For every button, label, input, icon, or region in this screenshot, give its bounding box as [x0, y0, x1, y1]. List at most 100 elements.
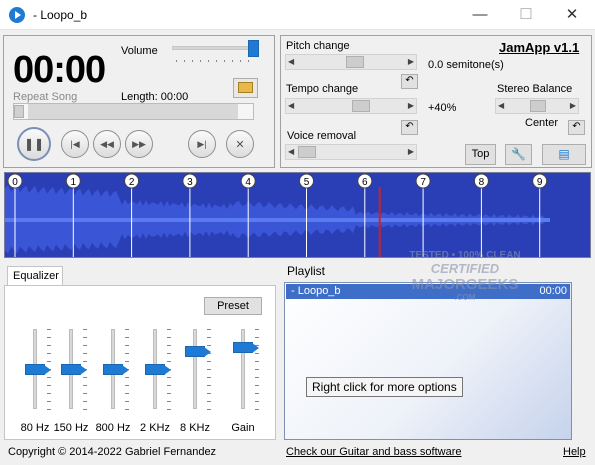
- tab-equalizer[interactable]: Equalizer: [7, 266, 63, 286]
- close-button[interactable]: ✕: [549, 0, 595, 30]
- eq-tick: [167, 337, 171, 338]
- playlist-tooltip: Right click for more options: [306, 377, 463, 397]
- stereo-slider[interactable]: ◀ ▶: [495, 98, 579, 114]
- eq-tick: [125, 345, 129, 346]
- eq-band-label: 80 Hz: [20, 422, 50, 434]
- time-display: 00:00: [13, 49, 106, 91]
- waveform-graph: 0 1 2 3 4 5 6 7 8 9: [5, 173, 550, 257]
- position-track: [28, 104, 238, 119]
- folder-icon: [238, 82, 253, 93]
- eq-band-label: 8 KHz: [180, 422, 210, 434]
- waveform-display[interactable]: 0 1 2 3 4 5 6 7 8 9: [4, 172, 591, 258]
- equalizer-panel: Preset 80 Hz 150 Hz 800 Hz 2 KHz 8 KHz Gain: [4, 285, 276, 440]
- fast-forward-button[interactable]: ▶▶: [125, 130, 153, 158]
- eq-tick: [83, 401, 87, 402]
- preset-button[interactable]: Preset: [204, 297, 262, 315]
- left-arrow-icon[interactable]: ◀: [288, 55, 294, 69]
- eq-tick: [47, 345, 51, 346]
- eq-slider-thumb[interactable]: [233, 341, 259, 353]
- guitar-software-link[interactable]: Check our Guitar and bass software: [286, 446, 461, 458]
- position-thumb[interactable]: [14, 105, 24, 118]
- eq-slider-thumb[interactable]: [61, 364, 87, 375]
- pause-button[interactable]: ❚❚: [17, 127, 51, 161]
- reset-tempo-button[interactable]: ↶: [401, 74, 418, 89]
- volume-thumb[interactable]: [248, 40, 259, 57]
- wrench-icon: 🔧: [511, 147, 526, 161]
- stop-button[interactable]: ✕: [226, 130, 254, 158]
- eq-slider-thumb[interactable]: [25, 364, 51, 375]
- marker-label: 3: [187, 177, 193, 188]
- stereo-label: Stereo Balance: [497, 83, 573, 95]
- waveform-center: [5, 218, 550, 222]
- eq-tick: [125, 337, 129, 338]
- top-button[interactable]: Top: [465, 144, 496, 165]
- pitch-slider[interactable]: ◀ ▶: [285, 54, 417, 70]
- right-arrow-icon[interactable]: ▶: [408, 99, 414, 113]
- eq-tick: [255, 385, 259, 386]
- rewind-button[interactable]: ◀◀: [93, 130, 121, 158]
- open-folder-button[interactable]: [233, 78, 258, 98]
- eq-tick: [167, 329, 171, 330]
- left-arrow-icon[interactable]: ◀: [288, 145, 294, 159]
- book-button[interactable]: ▤: [542, 144, 586, 165]
- eq-tick: [83, 337, 87, 338]
- eq-tick: [207, 385, 211, 386]
- eq-tick: [255, 353, 259, 354]
- maximize-button[interactable]: ☐: [503, 0, 549, 30]
- watermark-logo: TESTED • 100% CLEAN CERTIFIED MAJORGEEKS…: [395, 250, 535, 316]
- playlist-item-name: - Loopo_b: [291, 285, 341, 297]
- eq-tick: [125, 361, 129, 362]
- eq-tick: [255, 337, 259, 338]
- voice-removal-slider[interactable]: ◀ ▶: [285, 144, 417, 160]
- eq-tick: [167, 361, 171, 362]
- tempo-slider[interactable]: ◀ ▶: [285, 98, 417, 114]
- reset-voice-button[interactable]: ↶: [401, 120, 418, 135]
- watermark-line: TESTED • 100% CLEAN: [409, 250, 521, 261]
- length-label: Length: 00:00: [121, 91, 189, 103]
- eq-band-label: Gain: [231, 422, 255, 434]
- eq-tick: [125, 401, 129, 402]
- eq-tick: [255, 361, 259, 362]
- settings-button[interactable]: 🔧: [505, 144, 532, 165]
- eq-band-label: 2 KHz: [140, 422, 170, 434]
- stereo-value: Center: [525, 117, 559, 129]
- voice-removal-thumb[interactable]: [298, 146, 316, 158]
- next-button[interactable]: ▶|: [188, 130, 216, 158]
- eq-tick: [207, 329, 211, 330]
- eq-tick: [255, 401, 259, 402]
- marker-label: 0: [12, 177, 18, 188]
- eq-slider-thumb[interactable]: [103, 364, 129, 375]
- stereo-thumb[interactable]: [530, 100, 546, 112]
- repeat-song-label[interactable]: Repeat Song: [13, 91, 77, 103]
- eq-tick: [167, 377, 171, 378]
- eq-tick: [125, 409, 129, 410]
- eq-slider-track[interactable]: [193, 329, 197, 409]
- left-arrow-icon[interactable]: ◀: [498, 99, 504, 113]
- eq-tick: [167, 353, 171, 354]
- eq-tick: [207, 393, 211, 394]
- help-link[interactable]: Help: [563, 446, 586, 458]
- reset-stereo-button[interactable]: ↶: [568, 120, 585, 135]
- eq-tick: [255, 409, 259, 410]
- tempo-thumb[interactable]: [352, 100, 370, 112]
- eq-tick: [167, 393, 171, 394]
- player-panel: 00:00 Volume Repeat Song Length: 00:00 ❚…: [3, 35, 275, 168]
- reset-icon: ↶: [405, 75, 414, 86]
- volume-ticks: [176, 60, 256, 62]
- eq-tick: [207, 401, 211, 402]
- right-arrow-icon[interactable]: ▶: [408, 145, 414, 159]
- pitch-thumb[interactable]: [346, 56, 364, 68]
- volume-label: Volume: [121, 45, 158, 57]
- eq-slider-thumb[interactable]: [185, 346, 211, 358]
- app-name-link[interactable]: JamApp v1.1: [499, 40, 579, 55]
- left-arrow-icon[interactable]: ◀: [288, 99, 294, 113]
- right-arrow-icon[interactable]: ▶: [408, 55, 414, 69]
- minimize-button[interactable]: —: [457, 0, 503, 30]
- eq-tick: [255, 369, 259, 370]
- previous-button[interactable]: |◀: [61, 130, 89, 158]
- eq-slider-thumb[interactable]: [145, 364, 171, 375]
- eq-tick: [167, 345, 171, 346]
- volume-slider[interactable]: [172, 46, 258, 50]
- right-arrow-icon[interactable]: ▶: [570, 99, 576, 113]
- position-slider[interactable]: [13, 103, 254, 120]
